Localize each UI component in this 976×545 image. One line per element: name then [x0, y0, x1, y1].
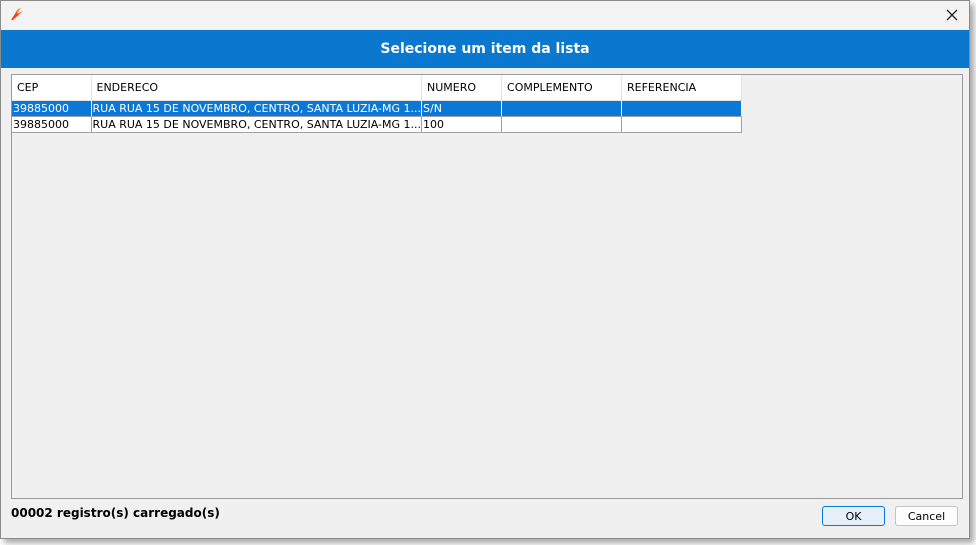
column-header-endereco[interactable]: ENDERECO [91, 75, 423, 101]
cell-numero[interactable]: S/N [421, 100, 503, 117]
cancel-button[interactable]: Cancel [895, 506, 958, 526]
cell-complemento[interactable] [501, 116, 623, 133]
cell-cep[interactable]: 39885000 [12, 100, 92, 117]
title-bar [1, 1, 969, 29]
cell-referencia[interactable] [621, 116, 743, 133]
records-loaded-status: 00002 registro(s) carregado(s) [11, 506, 220, 520]
address-grid[interactable]: CEP ENDERECO NUMERO COMPLEMENTO REFERENC… [11, 74, 963, 499]
ok-button[interactable]: OK [822, 506, 885, 526]
cell-endereco[interactable]: RUA RUA 15 DE NOVEMBRO, CENTRO, SANTA LU… [91, 100, 423, 117]
table-row[interactable]: 39885000 RUA RUA 15 DE NOVEMBRO, CENTRO,… [12, 100, 743, 117]
column-header-complemento[interactable]: COMPLEMENTO [501, 75, 623, 101]
cell-cep[interactable]: 39885000 [12, 116, 92, 133]
cell-numero[interactable]: 100 [421, 116, 503, 133]
column-header-cep[interactable]: CEP [12, 75, 92, 101]
cell-complemento[interactable] [501, 100, 623, 117]
column-header-numero[interactable]: NUMERO [421, 75, 503, 101]
column-header-referencia[interactable]: REFERENCIA [621, 75, 743, 101]
table-row[interactable]: 39885000 RUA RUA 15 DE NOVEMBRO, CENTRO,… [12, 116, 743, 133]
address-table: CEP ENDERECO NUMERO COMPLEMENTO REFERENC… [12, 75, 743, 133]
cell-endereco[interactable]: RUA RUA 15 DE NOVEMBRO, CENTRO, SANTA LU… [91, 116, 423, 133]
header-title: Selecione um item da lista [380, 41, 590, 57]
close-icon[interactable] [941, 4, 963, 26]
dialog-window: Selecione um item da lista CEP ENDERECO … [0, 0, 970, 539]
dialog-header: Selecione um item da lista [1, 30, 969, 68]
app-logo-icon [9, 6, 25, 22]
table-header-row: CEP ENDERECO NUMERO COMPLEMENTO REFERENC… [12, 75, 743, 101]
cell-referencia[interactable] [621, 100, 743, 117]
